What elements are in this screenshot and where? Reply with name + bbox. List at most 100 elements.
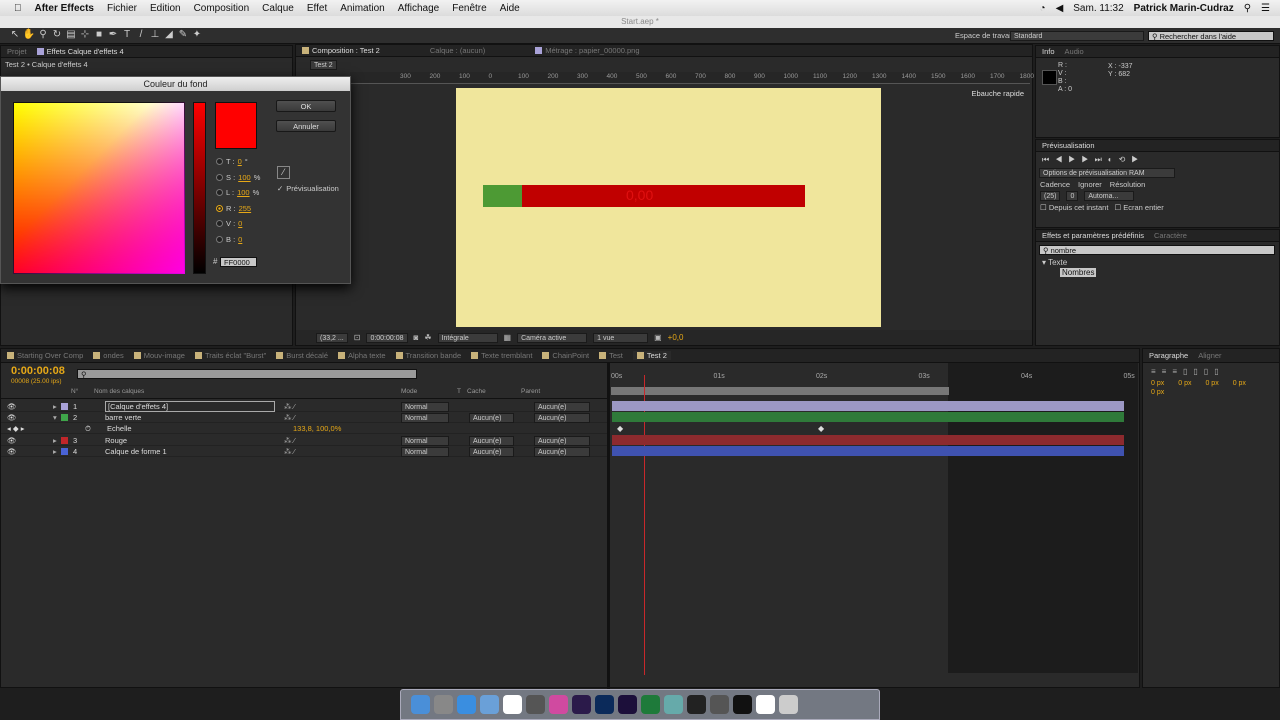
magnification-select[interactable]: (33,2 ...: [316, 332, 348, 343]
label-color[interactable]: [61, 448, 68, 455]
switches[interactable]: ⁂ ⁄: [284, 413, 295, 422]
property-value[interactable]: 133,8, 100,0%: [293, 424, 341, 433]
menu-fichier[interactable]: Fichier: [107, 3, 137, 14]
dock-terminal-icon[interactable]: [733, 695, 752, 714]
workspace-select[interactable]: Standard: [1010, 31, 1144, 41]
field-value[interactable]: 0: [238, 219, 242, 228]
roto-tool-icon[interactable]: ✎: [176, 28, 190, 42]
timeline-tab[interactable]: ChainPoint: [542, 351, 589, 360]
cache-select[interactable]: Aucun(e): [469, 413, 514, 423]
layer-duration-bar[interactable]: [612, 412, 1124, 422]
preview-controls[interactable]: ⏮◀▶▶⏭◐⟲▶: [1036, 152, 1279, 168]
expand-arrow-icon[interactable]: ▸: [53, 402, 57, 411]
tab-character[interactable]: Caractère: [1154, 231, 1187, 240]
space-after[interactable]: 0 px: [1151, 389, 1164, 396]
ram-preview-options[interactable]: Options de prévisualisation RAM: [1039, 168, 1175, 178]
user-name[interactable]: Patrick Marin-Cudraz: [1134, 3, 1234, 14]
parent-select[interactable]: Aucun(e): [534, 447, 590, 457]
cache-select[interactable]: Aucun(e): [469, 436, 514, 446]
layer-name[interactable]: barre verte: [105, 413, 141, 422]
grid-icon[interactable]: ▦: [504, 333, 512, 342]
text-tool-icon[interactable]: T: [120, 28, 134, 42]
channel-icon[interactable]: ☘: [424, 333, 431, 342]
timeline-tab[interactable]: Test 2: [632, 351, 671, 360]
radio-button[interactable]: [216, 235, 223, 243]
timeline-tab[interactable]: Alpha texte: [338, 351, 386, 360]
mode-select[interactable]: Normal: [401, 413, 449, 423]
rectangle-tool-icon[interactable]: ■: [92, 28, 106, 42]
volume-icon[interactable]: ◀: [1056, 3, 1064, 14]
tab-layer[interactable]: Calque : (aucun): [430, 46, 485, 55]
apple-icon[interactable]: : [14, 3, 22, 14]
fast-preview-icon[interactable]: ▣: [654, 333, 662, 342]
cadence-select[interactable]: (25): [1040, 191, 1061, 201]
radio-button[interactable]: [216, 189, 223, 196]
field-2[interactable]: L :100%: [216, 188, 259, 197]
tab-paragraph[interactable]: Paragraphe: [1149, 351, 1188, 360]
layer-search-input[interactable]: ⚲: [77, 369, 417, 379]
keyframe-icon[interactable]: ◆: [818, 424, 824, 433]
radio-button[interactable]: [216, 158, 223, 165]
field-1[interactable]: S :100%: [216, 173, 260, 182]
menu-aide[interactable]: Aide: [500, 3, 520, 14]
switches[interactable]: ⁂ ⁄: [284, 447, 295, 456]
tab-info[interactable]: Info: [1042, 47, 1055, 56]
camera-tool-icon[interactable]: ▤: [64, 28, 78, 42]
mode-select[interactable]: Normal: [401, 447, 449, 457]
layer-name[interactable]: Rouge: [105, 436, 127, 445]
help-search-input[interactable]: ⚲ Rechercher dans l'aide: [1148, 31, 1274, 41]
tab-effects-presets[interactable]: Effets et paramètres prédéfinis: [1042, 231, 1144, 240]
visibility-icon[interactable]: 👁︎: [7, 436, 17, 445]
menu-calque[interactable]: Calque: [262, 3, 294, 14]
menu-fenetre[interactable]: Fenêtre: [452, 3, 486, 14]
keyframe-nav-icon[interactable]: ◂ ◆ ▸: [7, 424, 24, 433]
parent-select[interactable]: Aucun(e): [534, 436, 590, 446]
timeline-timecode[interactable]: 0:00:00:08: [11, 365, 65, 377]
ok-button[interactable]: OK: [276, 100, 336, 112]
layer-name[interactable]: Calque de forme 1: [105, 447, 167, 456]
timeline-tab[interactable]: Test: [599, 351, 623, 360]
radio-button[interactable]: [216, 204, 223, 212]
stamp-tool-icon[interactable]: ⊥: [148, 28, 162, 42]
views-select[interactable]: 1 vue: [593, 332, 649, 343]
rotate-tool-icon[interactable]: ↻: [50, 28, 64, 42]
effects-search-input[interactable]: ⚲ nombre: [1039, 245, 1275, 255]
hue-slider[interactable]: [193, 102, 206, 274]
menu-effet[interactable]: Effet: [307, 3, 327, 14]
timeline-tab[interactable]: Transition bande: [395, 351, 461, 360]
wifi-icon[interactable]: ◔: [1040, 3, 1046, 14]
tab-audio[interactable]: Audio: [1065, 47, 1084, 56]
menu-edition[interactable]: Edition: [150, 3, 181, 14]
label-color[interactable]: [61, 403, 68, 410]
dock-launchpad-icon[interactable]: [434, 695, 453, 714]
property-row[interactable]: ◂ ◆ ▸ ⏱ Echelle 133,8, 100,0%: [1, 423, 607, 434]
exposure-value[interactable]: +0,0: [668, 333, 684, 342]
dock-safari-icon[interactable]: [457, 695, 476, 714]
field-value[interactable]: 0: [238, 157, 242, 166]
work-area-bar[interactable]: [611, 387, 949, 395]
timeline-tab[interactable]: Starting Over Comp: [7, 351, 83, 360]
keyframe-icon[interactable]: ◆: [617, 424, 623, 433]
brush-tool-icon[interactable]: /: [134, 28, 148, 42]
dock-after-effects-icon[interactable]: [618, 695, 637, 714]
dock-excel-icon[interactable]: [641, 695, 660, 714]
dock-apps-icon[interactable]: [756, 695, 775, 714]
layer-duration-bar[interactable]: [612, 435, 1124, 445]
tab-align[interactable]: Aligner: [1198, 351, 1221, 360]
layer-name[interactable]: [Calque d'effets 4]: [105, 401, 275, 412]
label-color[interactable]: [61, 437, 68, 444]
hex-input[interactable]: FF0000: [220, 257, 257, 267]
timeline-tab[interactable]: Mouv-image: [133, 351, 185, 360]
pan-tool-icon[interactable]: ⊹: [78, 28, 92, 42]
dock-corbeille-icon[interactable]: [779, 695, 798, 714]
eraser-tool-icon[interactable]: ◢: [162, 28, 176, 42]
alignment-buttons[interactable]: ≡≡≡▯▯▯▯: [1143, 363, 1279, 380]
radio-button[interactable]: [216, 220, 223, 227]
composition-canvas[interactable]: 0,00: [456, 88, 881, 327]
first-line-indent[interactable]: 0 px: [1233, 380, 1246, 387]
hand-tool-icon[interactable]: ✋: [22, 28, 36, 42]
pen-tool-icon[interactable]: ✒: [106, 28, 120, 42]
tab-preview[interactable]: Prévisualisation: [1042, 141, 1095, 150]
dock-aper-u-icon[interactable]: [664, 695, 683, 714]
space-before[interactable]: 0 px: [1178, 380, 1191, 387]
